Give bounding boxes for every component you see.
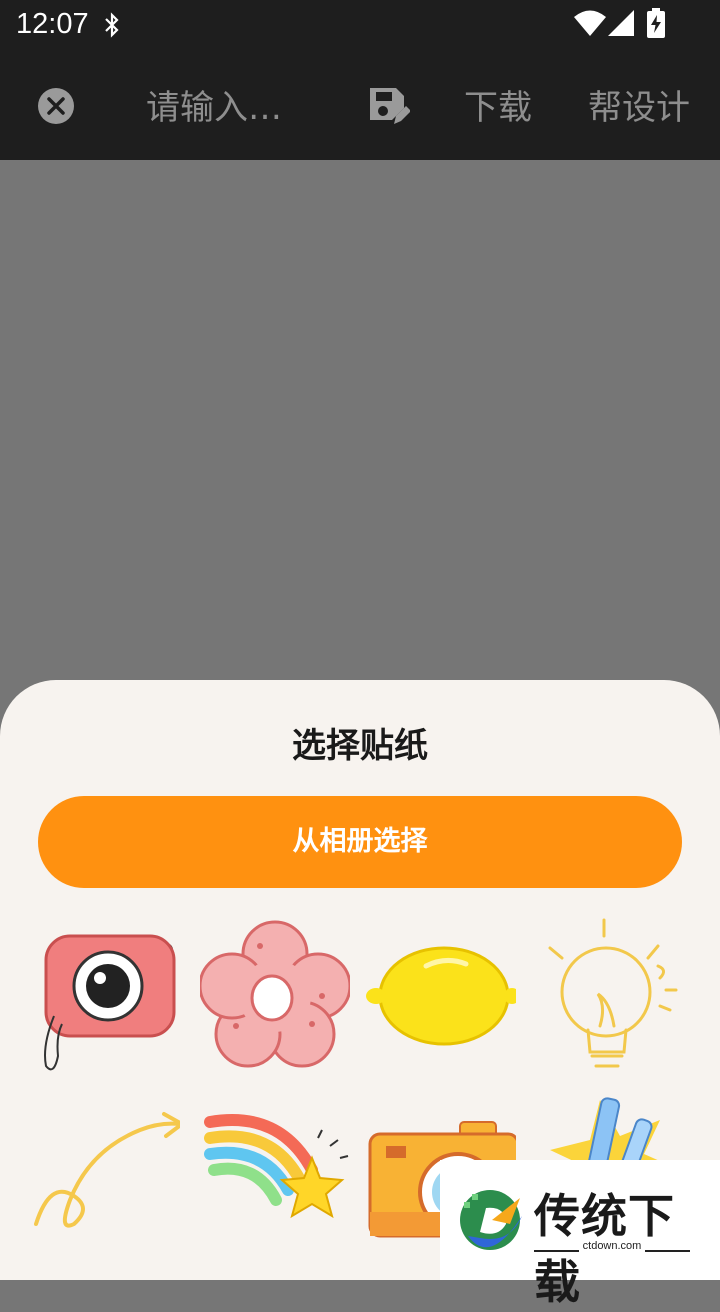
sticker-sheet: 选择贴纸 从相册选择 传统下载 ctdown.com [0,680,720,1309]
sheet-title: 选择贴纸 [292,726,428,766]
watermark: 传统下载 ctdown.com [440,1160,720,1309]
editor-toolbar: 请输入… 下载 帮设计 [0,50,720,160]
watermark-domain-wrap: ctdown.com [534,1240,690,1252]
watermark-domain: ctdown.com [578,1240,646,1252]
status-bar: 12:07 [0,0,720,50]
curly-arrow-sticker[interactable] [30,1100,180,1260]
rainbow-star-sticker[interactable] [200,1100,350,1260]
save-button[interactable] [366,84,410,128]
design-help-button[interactable]: 帮设计 [588,80,690,129]
design-canvas[interactable] [0,160,720,690]
wifi-icon [574,10,606,36]
signal-icon [608,10,634,36]
watermark-logo-icon [460,1190,522,1250]
lemon-sticker[interactable] [366,916,516,1076]
download-button[interactable]: 下载 [464,80,532,129]
bluetooth-icon [105,12,119,38]
pink-camera-sticker[interactable] [32,916,182,1076]
choose-from-album-button[interactable]: 从相册选择 [38,796,682,888]
close-button[interactable] [36,86,76,126]
status-time: 12:07 [16,8,89,40]
battery-charging-icon [647,8,665,38]
lightbulb-sticker[interactable] [540,916,690,1076]
title-input[interactable]: 请输入… [146,80,282,129]
pink-flower-sticker[interactable] [200,916,350,1076]
